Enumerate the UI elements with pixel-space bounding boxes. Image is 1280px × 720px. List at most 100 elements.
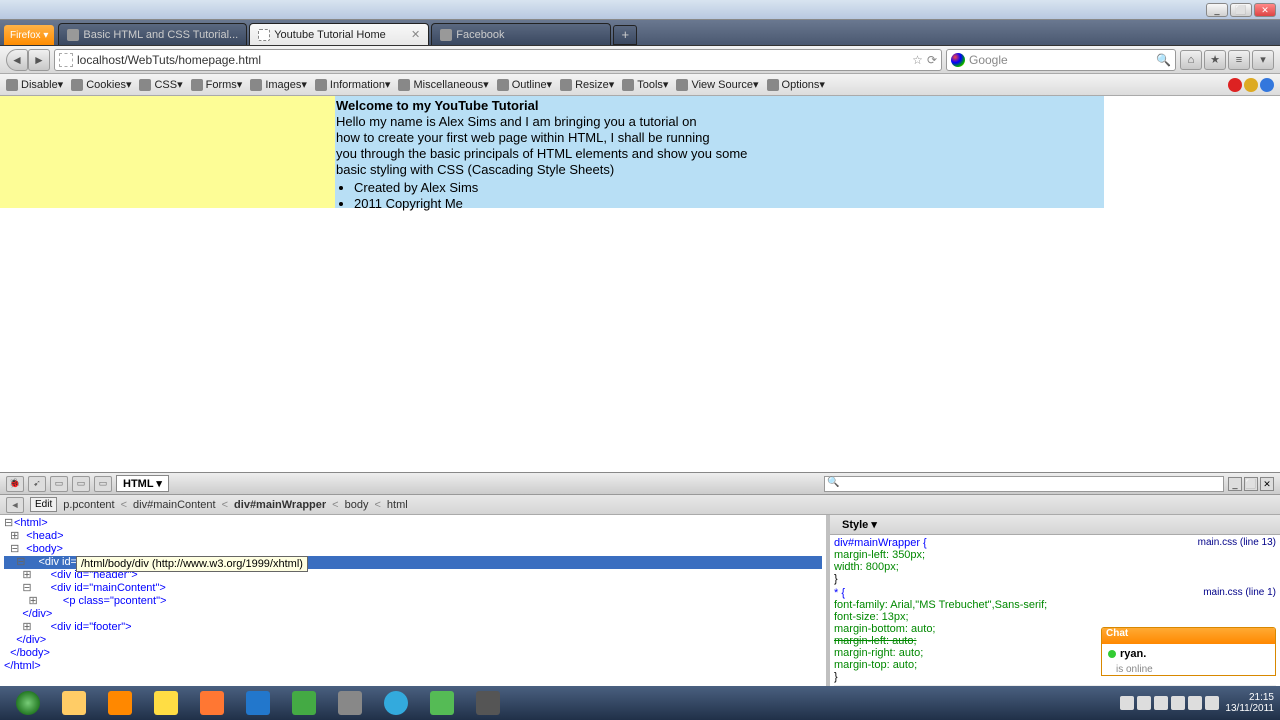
site-icon <box>59 53 73 67</box>
url-bar[interactable]: localhost/WebTuts/homepage.html ☆⟳ <box>54 49 942 71</box>
tray-icon[interactable] <box>1188 696 1202 710</box>
search-bar[interactable]: Google 🔍 <box>946 49 1176 71</box>
chat-header[interactable]: Chat <box>1102 628 1275 644</box>
firefox-menu-button[interactable]: Firefox ▾ <box>4 25 54 45</box>
tray-icon[interactable] <box>1137 696 1151 710</box>
wd-information[interactable]: Information▾ <box>315 78 391 91</box>
start-button[interactable] <box>6 689 50 717</box>
firebug-popout[interactable]: ⬜ <box>1244 477 1258 491</box>
crumb-html[interactable]: html <box>387 499 408 511</box>
bookmark-star-icon[interactable]: ☆ <box>912 53 923 67</box>
page-icon <box>440 29 452 41</box>
wd-options[interactable]: Options▾ <box>767 78 825 91</box>
wd-resize[interactable]: Resize▾ <box>560 78 614 91</box>
page-viewport: Welcome to my YouTube Tutorial Hello my … <box>0 96 1280 472</box>
info-icon <box>315 79 327 91</box>
list-item: 2011 Copyright Me <box>354 196 1104 212</box>
wd-tools[interactable]: Tools▾ <box>622 78 668 91</box>
options-icon <box>767 79 779 91</box>
wd-viewsource[interactable]: View Source▾ <box>676 78 758 91</box>
home-button[interactable]: ⌂ <box>1180 50 1202 70</box>
windows-icon <box>16 691 40 715</box>
forms-icon <box>191 79 203 91</box>
task-app3[interactable] <box>466 689 510 717</box>
firebug-close[interactable]: ✕ <box>1260 477 1274 491</box>
css-source-link[interactable]: main.css (line 1) <box>1203 587 1276 599</box>
wd-status-info[interactable] <box>1260 78 1274 92</box>
toggle-button[interactable]: ▭ <box>50 476 68 492</box>
firebug-minimize[interactable]: _ <box>1228 477 1242 491</box>
new-tab-button[interactable]: + <box>613 25 637 45</box>
task-notes[interactable] <box>144 689 188 717</box>
crumb-mainwrapper[interactable]: div#mainWrapper <box>234 499 326 511</box>
toggle-button[interactable]: ▭ <box>94 476 112 492</box>
window-close[interactable]: ✕ <box>1254 3 1276 17</box>
wd-misc[interactable]: Miscellaneous▾ <box>398 78 488 91</box>
tray-icon[interactable] <box>1120 696 1134 710</box>
tray-icon[interactable] <box>1171 696 1185 710</box>
window-maximize[interactable]: ⬜ <box>1230 3 1252 17</box>
task-word[interactable] <box>236 689 280 717</box>
crumb-maincontent[interactable]: div#mainContent <box>133 499 216 511</box>
task-dreamweaver[interactable] <box>282 689 326 717</box>
task-explorer[interactable] <box>52 689 96 717</box>
firebug-panel-select[interactable]: HTML ▾ <box>116 475 169 492</box>
edit-button[interactable]: Edit <box>30 497 57 512</box>
images-icon <box>250 79 262 91</box>
tray-icon[interactable] <box>1154 696 1168 710</box>
notes-icon <box>154 691 178 715</box>
task-skype[interactable] <box>374 689 418 717</box>
back-button[interactable]: ◄ <box>6 49 28 71</box>
crumb-pcontent[interactable]: p.pcontent <box>63 499 114 511</box>
feed-button[interactable]: ≡ <box>1228 50 1250 70</box>
tab-0[interactable]: Basic HTML and CSS Tutorial... <box>58 23 247 45</box>
body-text: Hello my name is Alex Sims and I am brin… <box>336 114 1104 130</box>
chat-widget[interactable]: Chat ryan. is online <box>1101 627 1276 676</box>
task-app2[interactable] <box>420 689 464 717</box>
clock[interactable]: 21:15 13/11/2011 <box>1225 692 1274 714</box>
close-icon[interactable]: ✕ <box>411 28 420 41</box>
bookmarks-button[interactable]: ★ <box>1204 50 1226 70</box>
word-icon <box>246 691 270 715</box>
tab-2[interactable]: Facebook <box>431 23 611 45</box>
body-text: you through the basic principals of HTML… <box>336 146 1104 162</box>
xpath-tooltip: /html/body/div (http://www.w3.org/1999/x… <box>76 556 308 572</box>
css-source-link[interactable]: main.css (line 13) <box>1198 537 1276 549</box>
wd-outline[interactable]: Outline▾ <box>497 78 552 91</box>
toggle-button[interactable]: ▭ <box>72 476 90 492</box>
chat-contact-name: ryan. <box>1120 648 1146 660</box>
tab-label: Youtube Tutorial Home <box>274 29 386 41</box>
wd-status-warn[interactable] <box>1244 78 1258 92</box>
forward-button[interactable]: ► <box>28 49 50 71</box>
firebug-icon[interactable]: 🐞 <box>6 476 24 492</box>
window-minimize[interactable]: _ <box>1206 3 1228 17</box>
nav-icon[interactable]: ◄ <box>6 497 24 513</box>
css-rules[interactable]: main.css (line 13) div#mainWrapper { mar… <box>830 535 1280 702</box>
wd-cookies[interactable]: Cookies▾ <box>71 78 131 91</box>
chat-status: is online <box>1116 664 1275 675</box>
search-icon[interactable]: 🔍 <box>1156 53 1171 67</box>
crumb-body[interactable]: body <box>345 499 369 511</box>
wd-forms[interactable]: Forms▾ <box>191 78 243 91</box>
task-media[interactable] <box>98 689 142 717</box>
margin-highlight <box>0 96 335 208</box>
firebug-search[interactable] <box>824 476 1224 492</box>
inspect-button[interactable]: ➹ <box>28 476 46 492</box>
body-text: how to create your first web page within… <box>336 130 1104 146</box>
task-app[interactable] <box>328 689 372 717</box>
wd-disable[interactable]: Disable▾ <box>6 78 63 91</box>
tab-1[interactable]: Youtube Tutorial Home ✕ <box>249 23 429 45</box>
style-tab[interactable]: Style ▾ <box>836 517 883 532</box>
disable-icon <box>6 79 18 91</box>
reload-icon[interactable]: ⟳ <box>927 53 937 67</box>
list-item: Created by Alex Sims <box>354 180 1104 196</box>
window-titlebar: _ ⬜ ✕ <box>0 0 1280 20</box>
wd-css[interactable]: CSS▾ <box>139 78 182 91</box>
system-tray[interactable]: 21:15 13/11/2011 <box>1120 692 1274 714</box>
tray-icon[interactable] <box>1205 696 1219 710</box>
wd-status-error[interactable] <box>1228 78 1242 92</box>
downloads-button[interactable]: ▾ <box>1252 50 1274 70</box>
wd-images[interactable]: Images▾ <box>250 78 307 91</box>
html-tree[interactable]: ⊟<html> ⊞ <head> ⊟ <body> ⊟ <div id="mai… <box>0 515 830 702</box>
task-firefox[interactable] <box>190 689 234 717</box>
